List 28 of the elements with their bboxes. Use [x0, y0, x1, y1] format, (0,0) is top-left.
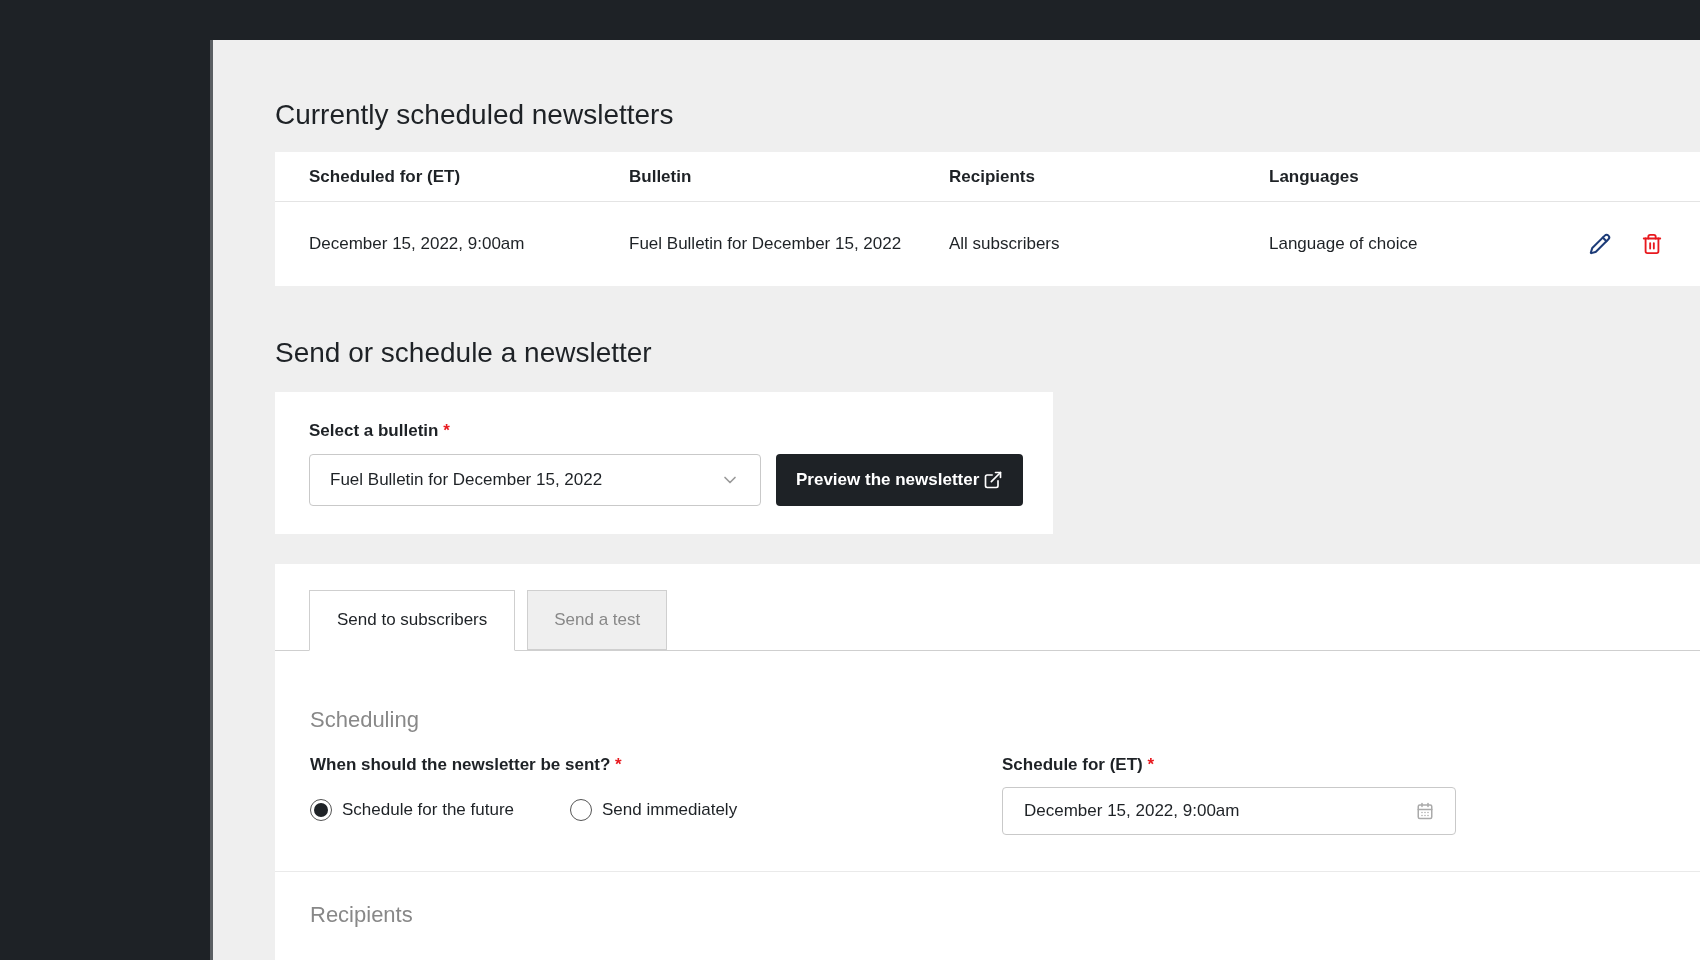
external-link-icon — [983, 469, 1004, 490]
section-heading: Send or schedule a newsletter — [275, 336, 653, 370]
date-value: December 15, 2022, 9:00am — [1024, 800, 1240, 823]
subsection-heading: Recipients — [309, 901, 414, 929]
required-mark: * — [443, 421, 450, 440]
field-label: Schedule for (ET) — [1002, 754, 1143, 774]
table-cell-text: December 15, 2022, 9:00am — [309, 233, 526, 256]
column-header: Bulletin — [629, 165, 693, 188]
required-mark: * — [1147, 754, 1155, 774]
radio-option[interactable]: Send immediately — [570, 797, 738, 823]
field-label: When should the newsletter be sent? — [310, 754, 611, 774]
tab[interactable]: Send to subscribers — [309, 589, 516, 651]
radio-option[interactable]: Schedule for the future — [310, 797, 514, 823]
select-value: Fuel Bulletin for December 15, 2022 — [330, 468, 603, 491]
column-header: Languages — [1269, 165, 1360, 188]
preview-button[interactable]: Preview the newsletter — [776, 453, 1024, 506]
column-header: Scheduled for (ET) — [309, 165, 462, 188]
table-cell-text: Language of choice — [1269, 233, 1419, 256]
subsection-heading: Scheduling — [310, 705, 420, 734]
column-header: Recipients — [949, 165, 1036, 188]
bulletin-select[interactable]: Fuel Bulletin for December 15, 2022 — [309, 453, 761, 506]
required-mark: * — [615, 754, 622, 774]
table-cell-text: Fuel Bulletin for December 15, 2022 — [629, 233, 903, 256]
table-cell-text: All subscribers — [949, 233, 1061, 256]
field-label: Select a bulletin — [309, 421, 439, 440]
section-heading: Currently scheduled newsletters — [275, 98, 675, 132]
date-field[interactable]: December 15, 2022, 9:00am — [1002, 787, 1456, 835]
calendar-icon — [1416, 802, 1434, 820]
